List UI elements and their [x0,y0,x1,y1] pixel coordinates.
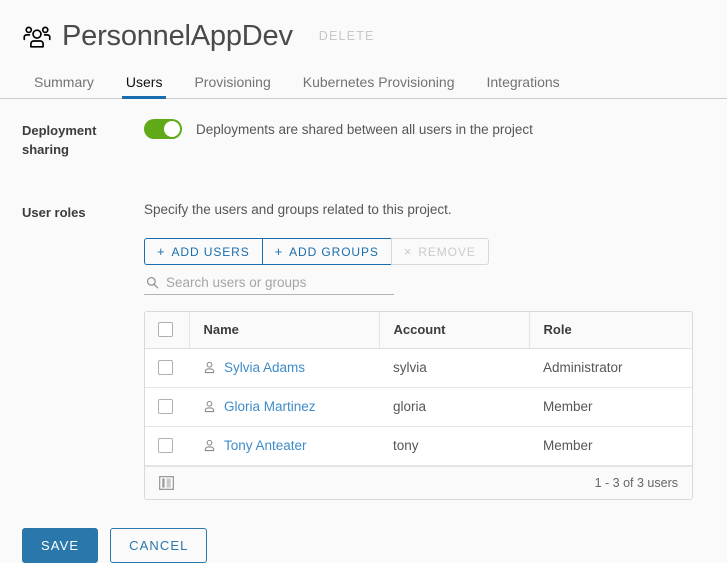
user-link[interactable]: Tony Anteater [224,438,307,453]
row-select-cell [145,426,189,466]
tab-provisioning[interactable]: Provisioning [178,75,286,98]
table-row: Sylvia Adams sylvia Administrator [145,348,692,388]
user-roles-row: User roles Specify the users and groups … [22,201,727,500]
delete-button[interactable]: DELETE [319,29,375,43]
row-name-cell: Tony Anteater [189,426,379,466]
row-select-cell [145,387,189,427]
user-icon [203,400,216,413]
row-checkbox[interactable] [158,360,173,375]
users-group-icon [22,21,52,51]
row-checkbox[interactable] [158,438,173,453]
deployment-sharing-label: Deployment sharing [22,123,97,157]
row-role-cell: Administrator [529,348,692,388]
select-all-header [145,312,189,349]
toggle-knob [164,121,180,137]
tab-kubernetes-provisioning[interactable]: Kubernetes Provisioning [287,75,471,98]
search-input[interactable] [166,275,394,290]
user-link[interactable]: Sylvia Adams [224,360,305,375]
tab-bar: Summary Users Provisioning Kubernetes Pr… [0,66,727,99]
user-roles-description: Specify the users and groups related to … [144,202,452,217]
column-settings-icon[interactable] [159,475,174,490]
row-role-cell: Member [529,426,692,466]
user-roles-toolbar: + ADD USERS + ADD GROUPS × REMOVE [144,238,727,265]
row-name-cell: Gloria Martinez [189,387,379,427]
row-account-cell: sylvia [379,348,529,388]
user-icon [203,439,216,452]
deployment-sharing-description: Deployments are shared between all users… [196,121,533,137]
search-icon [146,276,159,289]
column-header-account[interactable]: Account [378,312,529,349]
cancel-button[interactable]: CANCEL [110,527,208,563]
column-header-name[interactable]: Name [188,312,379,349]
table-row: Gloria Martinez gloria Member [145,387,692,427]
deployment-sharing-row: Deployment sharing Deployments are share… [22,119,727,159]
plus-icon: + [157,244,166,259]
user-icon [203,361,216,374]
row-checkbox[interactable] [158,399,173,414]
page-title: PersonnelAppDev [62,19,293,52]
table-row: Tony Anteater tony Member [145,426,692,466]
column-header-role[interactable]: Role [528,312,692,349]
users-table: Name Account Role Sylvia Adams sylvia Ad… [144,311,693,500]
remove-button: × REMOVE [390,238,489,265]
plus-icon: + [274,244,284,259]
row-name-cell: Sylvia Adams [189,348,379,388]
form-area: Deployment sharing Deployments are share… [0,99,727,500]
page-header: PersonnelAppDev DELETE [0,0,727,56]
deployment-sharing-control: Deployments are shared between all users… [144,119,727,139]
form-actions: SAVE CANCEL [0,500,727,563]
add-groups-button[interactable]: + ADD GROUPS [261,238,391,265]
add-users-button[interactable]: + ADD USERS [144,238,262,265]
tab-summary[interactable]: Summary [18,75,110,98]
tab-users[interactable]: Users [110,75,179,99]
search-field-wrapper[interactable] [144,272,394,295]
remove-label: REMOVE [418,244,476,259]
tab-integrations[interactable]: Integrations [471,75,576,98]
add-groups-label: ADD GROUPS [289,244,379,259]
row-role-cell: Member [529,387,692,427]
deployment-sharing-toggle[interactable] [144,119,182,139]
table-footer: 1 - 3 of 3 users [145,465,692,499]
record-count: 1 - 3 of 3 users [594,475,678,490]
table-header-row: Name Account Role [145,312,692,349]
user-roles-label: User roles [22,205,86,220]
row-account-cell: tony [379,426,529,466]
row-select-cell [145,348,189,388]
save-button[interactable]: SAVE [22,527,99,563]
close-icon: × [403,244,413,259]
select-all-checkbox[interactable] [158,322,173,338]
user-link[interactable]: Gloria Martinez [224,399,316,414]
row-account-cell: gloria [379,387,529,427]
add-users-label: ADD USERS [171,244,250,259]
